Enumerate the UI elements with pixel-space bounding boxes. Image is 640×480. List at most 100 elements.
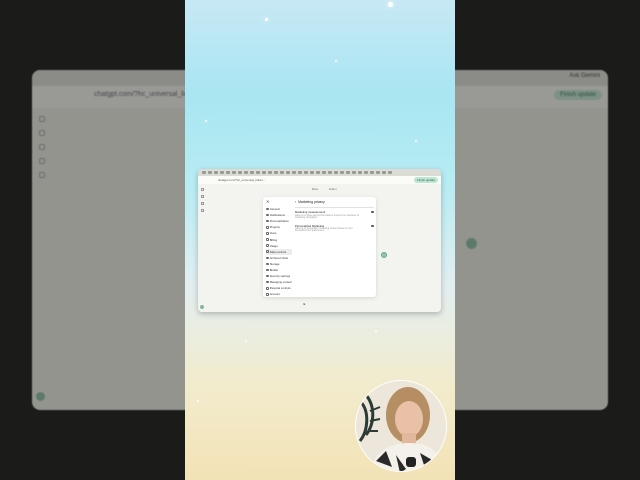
address-bar[interactable]: chatgpt.com/?hc_universal_links=... Fini… bbox=[198, 176, 441, 184]
library-icon[interactable] bbox=[201, 209, 204, 212]
option-title: Marketing measurement bbox=[295, 210, 326, 215]
tab[interactable] bbox=[244, 171, 248, 174]
tab[interactable] bbox=[220, 171, 224, 174]
tab[interactable] bbox=[208, 171, 212, 174]
nav-label: Notifications bbox=[269, 213, 285, 218]
option-description: Allow us to share anonymized data to imp… bbox=[295, 214, 359, 219]
sparkle bbox=[205, 120, 207, 122]
sparkle bbox=[415, 140, 417, 142]
toggle-option[interactable]: Beta bbox=[312, 187, 318, 191]
tab[interactable] bbox=[322, 171, 326, 174]
tab[interactable] bbox=[274, 171, 278, 174]
tab[interactable] bbox=[328, 171, 332, 174]
nav-label: Billing bbox=[269, 237, 278, 242]
nav-label: Personalization bbox=[269, 219, 289, 224]
account-icon bbox=[266, 293, 269, 296]
person-icon bbox=[266, 219, 269, 223]
sparkle bbox=[265, 18, 268, 21]
tab[interactable] bbox=[256, 171, 260, 174]
tab[interactable] bbox=[268, 171, 272, 174]
tab[interactable] bbox=[232, 171, 236, 174]
sparkle bbox=[335, 60, 337, 62]
tab[interactable] bbox=[238, 171, 242, 174]
nav-label: Managing content bbox=[269, 280, 292, 285]
marketing-measurement-option: Marketing measurement Allow us to share … bbox=[295, 210, 374, 219]
tab[interactable] bbox=[304, 171, 308, 174]
tab[interactable] bbox=[364, 171, 368, 174]
storage-icon bbox=[266, 262, 269, 266]
tab[interactable] bbox=[382, 171, 386, 174]
gear-icon bbox=[266, 207, 269, 211]
panel-header: ‹ Marketing privacy bbox=[295, 200, 374, 204]
builder-icon bbox=[266, 268, 269, 272]
tab[interactable] bbox=[286, 171, 290, 174]
sparkle bbox=[375, 330, 377, 332]
sidebar-toggle-icon[interactable] bbox=[201, 188, 204, 191]
tab[interactable] bbox=[298, 171, 302, 174]
finish-update-button[interactable]: Finish update bbox=[413, 177, 438, 183]
tab[interactable] bbox=[334, 171, 338, 174]
model-toggle[interactable]: Beta Editor bbox=[312, 187, 347, 191]
tab[interactable] bbox=[388, 171, 392, 174]
page-content: Beta Editor ✕ General Notifications Pers… bbox=[198, 184, 441, 312]
tab[interactable] bbox=[262, 171, 266, 174]
tab[interactable] bbox=[370, 171, 374, 174]
chat-sidebar bbox=[198, 184, 206, 312]
sparkle bbox=[197, 400, 199, 402]
tab[interactable] bbox=[340, 171, 344, 174]
sparkle bbox=[245, 340, 247, 342]
tab[interactable] bbox=[250, 171, 254, 174]
warning-icon bbox=[266, 280, 269, 284]
chart-icon bbox=[266, 244, 269, 247]
search-icon[interactable] bbox=[201, 202, 204, 205]
tab[interactable] bbox=[358, 171, 362, 174]
settings-dialog: ✕ General Notifications Personalization … bbox=[263, 197, 376, 306]
card-icon bbox=[266, 238, 269, 241]
back-arrow-icon[interactable]: ‹ bbox=[295, 200, 296, 204]
bell-icon bbox=[266, 213, 269, 217]
folder-icon bbox=[266, 226, 269, 229]
video-frame: Ask Gemini chatgpt.com/?hc_universal_lin… bbox=[0, 0, 640, 480]
voice-icon bbox=[266, 232, 269, 235]
settings-nav-item[interactable]: Account bbox=[266, 291, 292, 297]
toggle-option[interactable]: Editor bbox=[329, 187, 337, 191]
tab[interactable] bbox=[280, 171, 284, 174]
option-description: Allow us to personalize marketing conten… bbox=[295, 228, 353, 233]
settings-nav: General Notifications Personalization Pr… bbox=[266, 206, 292, 297]
nav-label: Account bbox=[269, 292, 280, 297]
tab-strip bbox=[198, 169, 441, 176]
nav-label: Usage bbox=[269, 243, 278, 248]
nav-label: Projects bbox=[269, 225, 280, 230]
panel-title: Marketing privacy bbox=[298, 200, 325, 204]
avatar[interactable] bbox=[200, 305, 204, 309]
mouse-cursor-icon: ➤ bbox=[303, 302, 306, 306]
close-icon[interactable]: ✕ bbox=[266, 199, 269, 204]
personalized-marketing-toggle[interactable] bbox=[371, 224, 374, 227]
settings-nav-item[interactable]: Usage bbox=[266, 243, 292, 249]
archive-icon bbox=[266, 256, 269, 260]
nav-label: Parental controls bbox=[269, 286, 291, 291]
tab[interactable] bbox=[352, 171, 356, 174]
tab[interactable] bbox=[346, 171, 350, 174]
tab[interactable] bbox=[214, 171, 218, 174]
new-chat-icon[interactable] bbox=[201, 195, 204, 198]
tab[interactable] bbox=[310, 171, 314, 174]
tab[interactable] bbox=[376, 171, 380, 174]
nav-label: Archived chats bbox=[269, 255, 289, 260]
tab[interactable] bbox=[292, 171, 296, 174]
presenter-webcam bbox=[355, 380, 447, 472]
nav-label: Storage bbox=[269, 261, 280, 266]
tab[interactable] bbox=[316, 171, 320, 174]
browser-window: chatgpt.com/?hc_universal_links=... Fini… bbox=[198, 169, 441, 312]
tab[interactable] bbox=[226, 171, 230, 174]
nav-label: Builder bbox=[269, 267, 279, 272]
nav-label: Security settings bbox=[269, 274, 291, 279]
lock-icon bbox=[266, 274, 269, 278]
nav-label: Voice bbox=[269, 231, 277, 236]
tab[interactable] bbox=[202, 171, 206, 174]
nav-label: General bbox=[269, 207, 280, 212]
database-icon bbox=[266, 250, 269, 253]
presenter-image bbox=[356, 381, 446, 471]
url-text[interactable]: chatgpt.com/?hc_universal_links=... bbox=[218, 178, 266, 182]
cursor-highlight bbox=[381, 252, 387, 258]
